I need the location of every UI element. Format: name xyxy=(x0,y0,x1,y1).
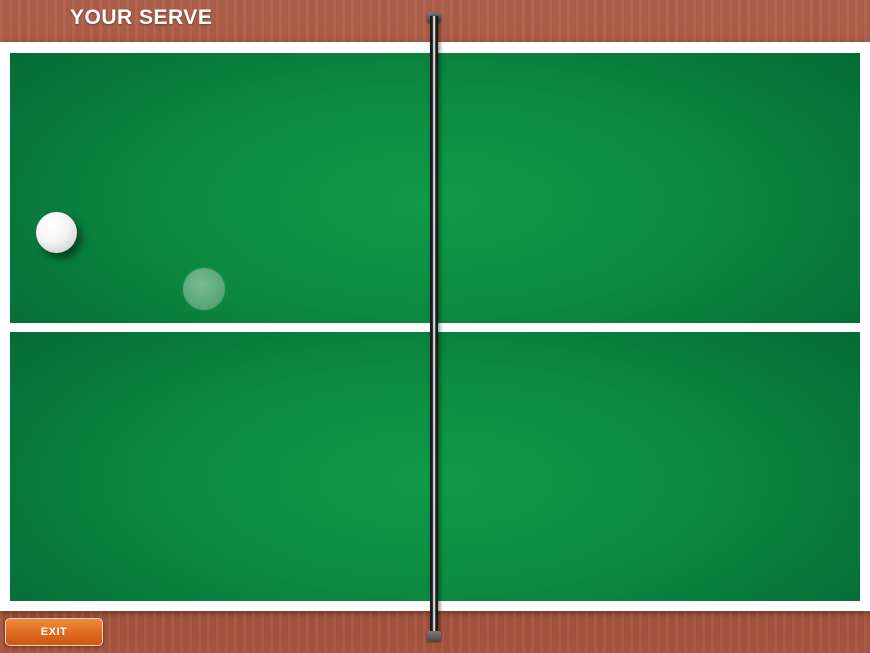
ball-target-shadow xyxy=(183,268,225,310)
exit-button[interactable]: EXIT xyxy=(5,618,103,646)
net-post-bottom xyxy=(427,631,441,641)
ping-pong-ball[interactable] xyxy=(36,212,77,253)
table-net xyxy=(430,16,438,634)
serve-status-title: YOUR SERVE xyxy=(70,6,213,29)
game-stage[interactable]: YOUR SERVE EXIT xyxy=(0,0,870,653)
